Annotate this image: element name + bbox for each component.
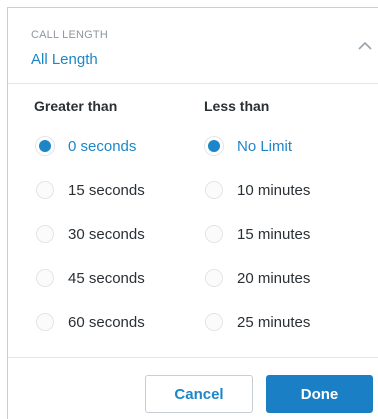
option-less-2[interactable]: 15 minutes: [205, 222, 310, 246]
radio-button[interactable]: [36, 225, 54, 243]
call-length-filter-panel: CALL LENGTH All Length Greater than Less…: [7, 7, 378, 419]
footer-divider: [8, 357, 378, 358]
option-less-1[interactable]: 10 minutes: [205, 178, 310, 202]
radio-button[interactable]: [36, 269, 54, 287]
option-greater-3[interactable]: 45 seconds: [36, 266, 145, 290]
option-label: 60 seconds: [68, 313, 145, 331]
done-button[interactable]: Done: [266, 375, 373, 413]
chevron-up-icon[interactable]: [357, 40, 373, 52]
option-greater-0[interactable]: 0 seconds: [36, 134, 136, 158]
radio-button[interactable]: [36, 181, 54, 199]
option-label: 20 minutes: [237, 269, 311, 287]
option-label: 15 seconds: [68, 181, 145, 199]
radio-button[interactable]: [205, 313, 223, 331]
radio-button[interactable]: [36, 313, 54, 331]
cancel-button[interactable]: Cancel: [145, 375, 253, 413]
option-greater-1[interactable]: 15 seconds: [36, 178, 145, 202]
radio-button[interactable]: [205, 225, 223, 243]
option-label: 30 seconds: [68, 225, 145, 243]
option-greater-2[interactable]: 30 seconds: [36, 222, 145, 246]
filter-current-value: All Length: [31, 51, 98, 68]
greater-than-heading: Greater than: [34, 98, 118, 114]
radio-button[interactable]: [205, 137, 223, 155]
filter-caption: CALL LENGTH: [31, 29, 108, 41]
option-label: 45 seconds: [68, 269, 145, 287]
filter-header[interactable]: CALL LENGTH All Length: [8, 8, 378, 84]
option-label: No Limit: [237, 137, 293, 155]
option-label: 10 minutes: [237, 181, 311, 199]
option-label: 25 minutes: [237, 313, 311, 331]
option-greater-4[interactable]: 60 seconds: [36, 310, 145, 334]
option-less-0[interactable]: No Limit: [205, 134, 292, 158]
radio-button[interactable]: [205, 181, 223, 199]
option-less-3[interactable]: 20 minutes: [205, 266, 310, 290]
radio-button[interactable]: [36, 137, 54, 155]
option-label: 0 seconds: [68, 137, 137, 155]
option-less-4[interactable]: 25 minutes: [205, 310, 310, 334]
less-than-heading: Less than: [204, 98, 270, 114]
option-label: 15 minutes: [237, 225, 311, 243]
radio-button[interactable]: [205, 269, 223, 287]
